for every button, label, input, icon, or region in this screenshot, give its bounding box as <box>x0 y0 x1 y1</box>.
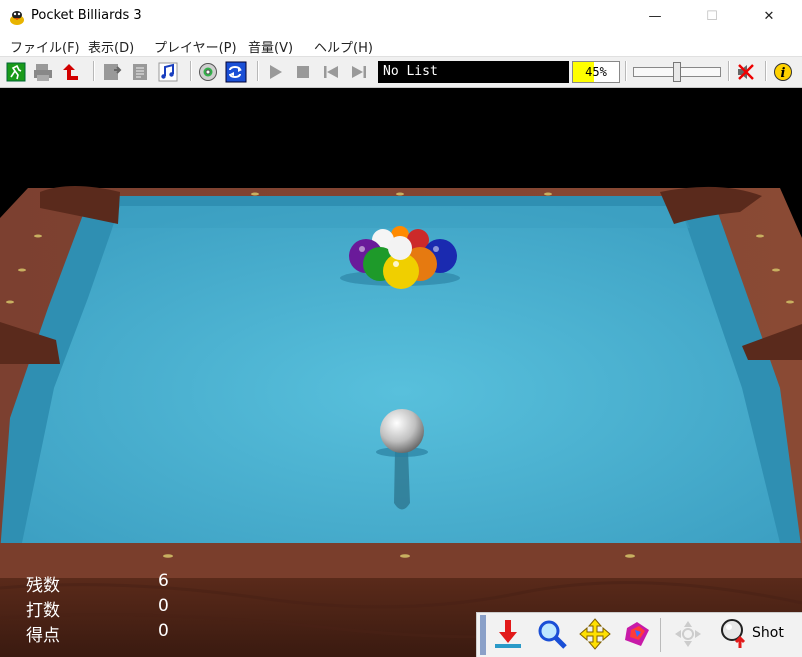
toolbar-divider <box>728 61 730 81</box>
score-panel: 残数 6 打数 0 得点 0 <box>26 571 176 646</box>
toolbar-divider <box>93 61 95 81</box>
stat-label: 残数 <box>26 576 60 596</box>
stat-score: 得点 0 <box>26 621 176 646</box>
close-button[interactable]: ✕ <box>746 0 792 33</box>
undo-button[interactable] <box>60 61 82 83</box>
toolbar-divider <box>190 61 192 81</box>
stat-value: 0 <box>158 621 169 641</box>
next-icon <box>352 66 366 78</box>
zoom-button[interactable] <box>534 616 570 652</box>
aim-direction-button[interactable] <box>670 616 706 652</box>
stat-strokes: 打数 0 <box>26 596 176 621</box>
cushion-shadow <box>112 206 690 228</box>
repeat-button[interactable] <box>225 61 247 83</box>
place-ball-button[interactable] <box>490 616 526 652</box>
repeat-icon <box>225 61 247 83</box>
menu-help[interactable]: ヘルプ(H) <box>314 37 373 56</box>
shot-button[interactable] <box>716 616 752 652</box>
shot-label: Shot <box>752 625 784 641</box>
playlist-display: No List <box>378 61 569 83</box>
place-ball-icon <box>495 620 521 648</box>
ball <box>388 236 412 260</box>
previous-button[interactable] <box>320 61 342 83</box>
panel-divider <box>660 618 661 652</box>
rotate-view-button[interactable] <box>619 616 655 652</box>
info-button[interactable]: i <box>772 61 794 83</box>
volume-meter: 45% <box>572 61 620 83</box>
app-icon <box>10 11 24 25</box>
exit-icon <box>6 62 26 82</box>
notes-icon <box>133 64 147 80</box>
stat-value: 6 <box>158 571 169 591</box>
menu-view[interactable]: 表示(D) <box>88 37 134 56</box>
print-icon <box>34 64 52 81</box>
undo-icon <box>63 64 78 80</box>
shot-icon <box>721 619 746 648</box>
mute-icon <box>738 64 754 80</box>
next-button[interactable] <box>348 61 370 83</box>
stat-label: 打数 <box>26 601 60 621</box>
toolbar-divider <box>765 61 767 81</box>
svg-text:i: i <box>781 66 786 81</box>
volume-slider-thumb[interactable] <box>673 62 681 82</box>
title-bar: Pocket Billiards 3 — ☐ ✕ <box>0 0 802 33</box>
stat-label: 得点 <box>26 626 60 646</box>
minimize-icon: — <box>648 9 662 24</box>
previous-icon <box>324 66 338 78</box>
aim-direction-icon <box>675 621 701 647</box>
import-button[interactable] <box>101 61 123 83</box>
stat-remaining: 残数 6 <box>26 571 176 596</box>
mute-button[interactable] <box>735 61 757 83</box>
stop-icon <box>297 66 309 78</box>
exit-button[interactable] <box>5 61 27 83</box>
cd-icon <box>199 63 217 81</box>
panel-grip <box>480 615 486 655</box>
zoom-icon <box>538 620 567 649</box>
play-icon <box>270 65 282 79</box>
cd-button[interactable] <box>197 61 219 83</box>
window-title: Pocket Billiards 3 <box>31 8 142 23</box>
notes-button[interactable] <box>129 61 151 83</box>
menu-volume[interactable]: 音量(V) <box>248 37 293 56</box>
rotate-view-icon <box>625 622 649 646</box>
menu-bar: ファイル(F) 表示(D) プレイヤー(P) 音量(V) ヘルプ(H) <box>0 33 802 56</box>
cue-stick-shadow <box>394 450 410 510</box>
maximize-icon: ☐ <box>706 9 718 24</box>
close-icon: ✕ <box>763 9 775 24</box>
toolbar-divider <box>257 61 259 81</box>
minimize-button[interactable]: — <box>632 0 678 33</box>
menu-file[interactable]: ファイル(F) <box>10 37 80 56</box>
stat-value: 0 <box>158 596 169 616</box>
import-icon <box>104 64 122 80</box>
music-button[interactable] <box>157 61 179 83</box>
info-icon: i <box>774 63 792 81</box>
maximize-button[interactable]: ☐ <box>689 0 735 33</box>
music-icon <box>158 62 178 82</box>
cue-ball[interactable] <box>380 409 424 453</box>
stop-button[interactable] <box>292 61 314 83</box>
move-view-icon <box>579 618 611 650</box>
menu-player[interactable]: プレイヤー(P) <box>154 37 237 56</box>
toolbar-divider <box>625 61 627 81</box>
volume-percent: 45% <box>585 65 607 79</box>
play-button[interactable] <box>264 61 286 83</box>
print-button[interactable] <box>32 61 54 83</box>
move-view-button[interactable] <box>577 616 613 652</box>
